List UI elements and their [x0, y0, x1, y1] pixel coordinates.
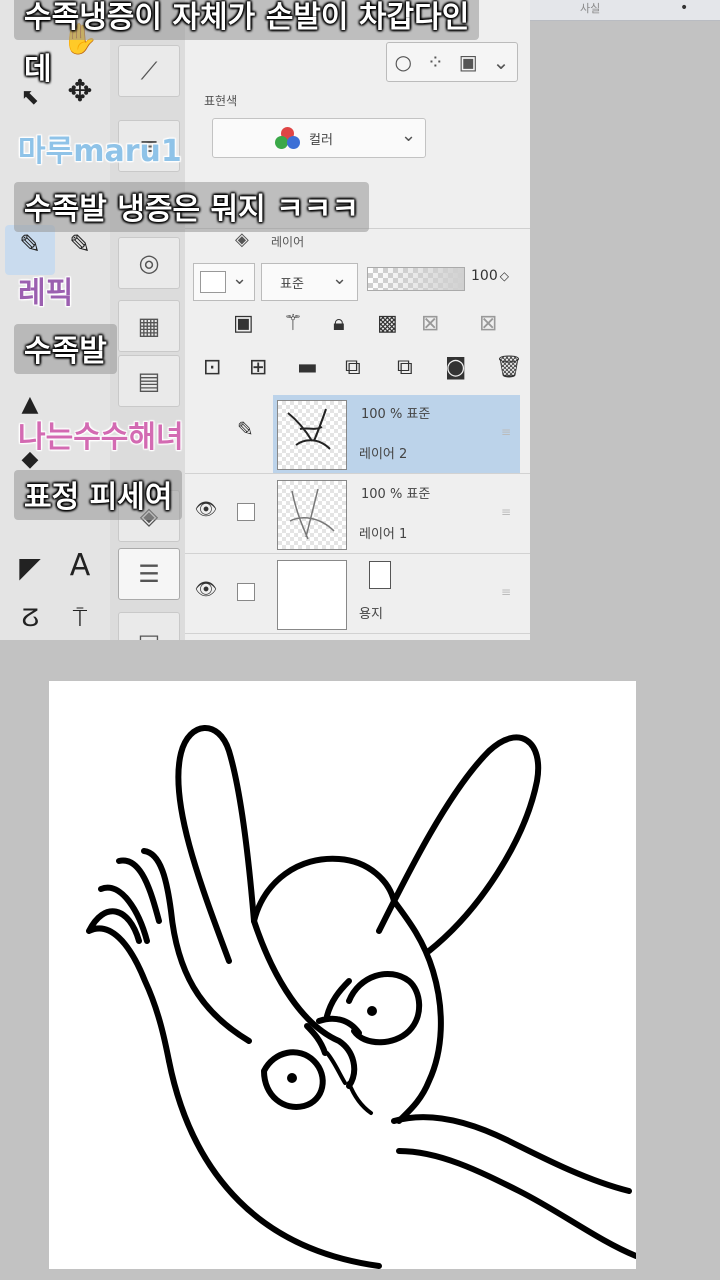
blend-mode-label: 표준 — [280, 277, 304, 292]
layers-tab-icon[interactable]: ☰ — [118, 548, 180, 600]
left-pupil — [287, 1073, 297, 1083]
layer-color-select[interactable]: ⌄ — [193, 263, 255, 301]
top-right-text: 사실 — [580, 2, 601, 15]
dither-icon: ⁘ — [426, 50, 444, 74]
layer-mode: 100 % 표준 — [361, 487, 431, 502]
merge-down-icon[interactable]: ⧉ — [397, 355, 413, 380]
layer-row-paper[interactable]: 👁︎ 용지 ≡ — [185, 555, 530, 634]
chat-message: 수족발 냉증은 뭐지 ㅋㅋㅋ — [14, 182, 369, 232]
chat-message: 수족냉증이 자체가 손발이 차갑다인 — [14, 0, 480, 40]
right-ear — [376, 734, 542, 954]
opacity-value[interactable]: 100 ◇ — [471, 268, 509, 284]
chevron-down-icon: ⌄ — [232, 268, 248, 289]
trash-icon[interactable]: 🗑︎ — [495, 355, 523, 380]
chevron-down-icon: ⌄ — [401, 125, 417, 146]
correction-tool-icon[interactable]: ⍑ — [55, 598, 105, 638]
reference-layer-icon[interactable]: ⚚ — [283, 311, 303, 336]
ruler-enable-icon[interactable]: ⊠ — [479, 311, 497, 336]
palette-dock-strip: ⟋ ≡ ◎ ▦ ▤ ◈ ☰ ▭ — [110, 0, 186, 640]
expression-color-select[interactable]: 컬러 ⌄ — [212, 118, 426, 158]
chat-message: 표정 피세여 — [14, 470, 183, 520]
color-swatch — [200, 271, 226, 293]
rgb-icon — [275, 127, 301, 149]
layer-name: 용지 — [359, 607, 383, 622]
clip-layer-icon[interactable]: ▣ — [233, 311, 254, 336]
lock-icon[interactable]: 🔒︎ — [333, 311, 345, 336]
chat-username: 나는수수해녀 — [18, 420, 184, 455]
eye-icon[interactable]: 👁︎ — [193, 579, 219, 600]
top-right-dot: • — [680, 0, 689, 16]
text-tool[interactable]: A — [55, 546, 105, 586]
chevron-down-icon: ⌄ — [492, 50, 510, 74]
opacity-slider[interactable] — [367, 267, 465, 291]
tool-palette: ✋ ⬉ ✥ ✎ ✎ ▲ ◆ ◤ A ⵒ ⍑ — [0, 0, 110, 640]
mask-enable-icon[interactable]: ⊠ — [421, 311, 439, 336]
drawing-mode-selector[interactable]: ○ ⁘ ▣ ⌄ — [386, 42, 518, 82]
layer-panel: ◈ 레이어 ⌄ 표준 ⌄ 100 ◇ ▣ ⚚ 🔒︎ ▩ ⊠ ⊠ ⊡ ⊞ ▬ ⧉ ⧉… — [185, 228, 530, 640]
figure-tool-icon[interactable]: ◤ — [5, 548, 55, 588]
layer-mask-icon[interactable]: ◙ — [445, 355, 466, 380]
bunny-sketch — [86, 725, 636, 1269]
layer-checkbox[interactable] — [237, 503, 255, 521]
transfer-down-icon[interactable]: ⧉ — [345, 355, 361, 380]
layers-icon: ◈ — [235, 229, 249, 250]
expression-color-label: 표현색 — [204, 94, 238, 108]
paper-icon — [369, 561, 391, 589]
left-ear — [175, 725, 257, 964]
tool-property-tab-icon[interactable]: ⟋ — [118, 45, 180, 97]
layer-mode: 100 % 표준 — [361, 407, 431, 422]
square-icon: ▣ — [458, 50, 478, 74]
layer-row-2[interactable]: ✎ 100 % 표준 레이어 2 ≡ — [185, 395, 530, 474]
color-mode-label: 컬러 — [309, 133, 333, 148]
grip-icon[interactable]: ≡ — [501, 585, 511, 599]
layer-toolbar-2: ⊡ ⊞ ▬ ⧉ ⧉ ◙ 🗑︎ — [185, 353, 530, 391]
right-arm — [391, 1114, 636, 1259]
layer-panel-title: 레이어 — [271, 235, 305, 249]
chat-message: 데 — [24, 52, 52, 87]
chat-username: 마루maru1 — [18, 134, 182, 169]
layer-row-1[interactable]: 👁︎ 100 % 표준 레이어 1 ≡ — [185, 475, 530, 554]
top-right-strip: 사실 • — [530, 0, 720, 21]
layer-thumbnail — [277, 480, 347, 550]
layer-toolbar-1: ▣ ⚚ 🔒︎ ▩ ⊠ ⊠ — [185, 309, 530, 347]
layer-name: 레이어 1 — [359, 527, 408, 542]
balloon-tool-icon[interactable]: ⵒ — [5, 598, 55, 638]
layer-thumbnail — [277, 560, 347, 630]
circle-icon: ○ — [394, 50, 412, 74]
chat-message: 수족발 — [14, 324, 117, 374]
pencil-icon: ✎ — [237, 417, 254, 441]
layer-thumbnail — [277, 400, 347, 470]
move-tool-icon[interactable]: ✥ — [55, 72, 105, 112]
frame-tab-icon[interactable]: ▤ — [118, 355, 180, 407]
material-tab-icon[interactable]: ▦ — [118, 300, 180, 352]
blend-mode-select[interactable]: 표준 ⌄ — [261, 263, 358, 301]
chevron-down-icon: ⌄ — [332, 268, 348, 289]
folder-tab-icon[interactable]: ▭ — [118, 612, 180, 640]
layer-name: 레이어 2 — [359, 447, 408, 462]
chat-username: 레픽 — [18, 276, 74, 311]
new-folder-icon[interactable]: ▬ — [297, 355, 318, 380]
drawing-canvas[interactable] — [49, 681, 636, 1269]
new-raster-layer-icon[interactable]: ⊡ — [203, 355, 221, 380]
right-pupil — [367, 1006, 377, 1016]
navigator-tab-icon[interactable]: ◎ — [118, 237, 180, 289]
new-vector-layer-icon[interactable]: ⊞ — [249, 355, 267, 380]
clip-studio-window: ✋ ⬉ ✥ ✎ ✎ ▲ ◆ ◤ A ⵒ ⍑ ⟋ ≡ ◎ ▦ ▤ ◈ ☰ ▭ ○ … — [0, 0, 530, 640]
body-left — [166, 1058, 382, 1269]
lock-transparent-icon[interactable]: ▩ — [377, 311, 398, 336]
eye-icon[interactable]: 👁︎ — [193, 499, 219, 520]
grip-icon[interactable]: ≡ — [501, 505, 511, 519]
layer-checkbox[interactable] — [237, 583, 255, 601]
nose — [325, 1051, 373, 1115]
grip-icon[interactable]: ≡ — [501, 425, 511, 439]
